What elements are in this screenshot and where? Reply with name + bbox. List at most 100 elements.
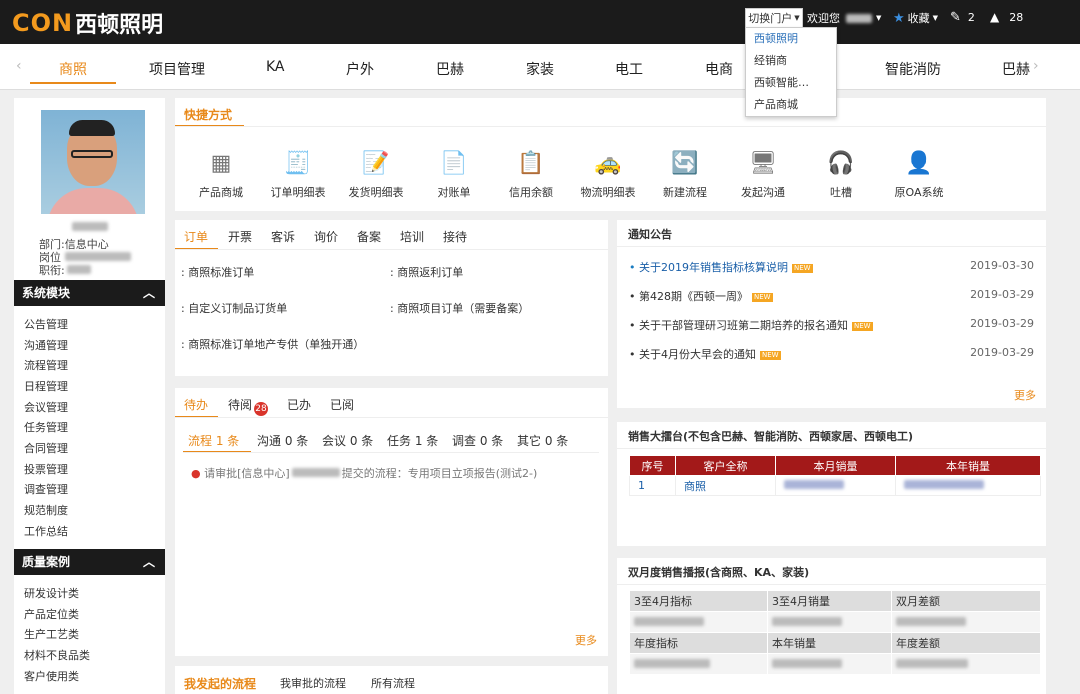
table-cell [775,475,896,496]
notice-link[interactable]: 关于2019年销售指标核算说明 [639,261,788,274]
notice-date: 2019-03-29 [970,346,1034,359]
sidebar-item[interactable]: 公告管理 [24,316,68,332]
notice-link[interactable]: 第428期《西顿一周》 [639,290,748,303]
nav-item-shangzhao[interactable]: 商照 [59,59,87,79]
order-link[interactable]: : 商照标准订单地产专供（单独开通） [181,336,364,352]
quality-cases-header[interactable]: 质量案例 ︿ [14,549,165,575]
nav-left-arrow-icon[interactable]: ‹ [16,58,22,74]
sales-board-panel: 销售大擂台(不包含巴赫、智能消防、西顿家居、西顿电工) 序号 客户全称 本月销量… [617,422,1046,546]
shortcut-feedback[interactable]: 🎧 吐槽 [801,150,881,200]
tab-to-read[interactable]: 待阅 [228,396,252,413]
portal-switch-button[interactable]: 切换门户 ▼ [745,8,803,28]
clipboard-check-icon: 📋 [517,151,545,176]
tab-my-started-flows[interactable]: 我发起的流程 [184,675,256,692]
notice-link[interactable]: 关于4月份大早会的通知 [639,348,756,361]
sidebar-item[interactable]: 日程管理 [24,378,68,394]
notice-item[interactable]: • 关于2019年销售指标核算说明 NEW [629,259,813,275]
logo-text: 西顿照明 [75,13,164,38]
order-link[interactable]: : 自定义订制品订货单 [181,300,287,316]
shortcut-old-oa[interactable]: 👤 原OA系统 [879,150,959,200]
portal-option[interactable]: 西顿照明 [746,28,836,50]
tab-read[interactable]: 已阅 [330,396,354,413]
chevron-down-icon: ▼ [794,14,800,22]
sidebar-item[interactable]: 任务管理 [24,419,68,435]
tab-reception[interactable]: 接待 [443,228,467,245]
shortcut-statement[interactable]: 📄 对账单 [414,150,494,200]
shortcut-label: 原OA系统 [894,186,944,199]
favorites-menu[interactable]: ★ 收藏 ▼ [893,10,938,26]
alert-counter[interactable]: ▲ 28 [990,10,1023,24]
tab-invoice[interactable]: 开票 [228,228,252,245]
subtab-communication[interactable]: 沟通 0 条 [257,432,308,449]
subtab-meeting[interactable]: 会议 0 条 [322,432,373,449]
todo-more-link[interactable]: 更多 [575,632,597,648]
nav-item-ecommerce[interactable]: 电商 [705,59,733,79]
notice-item[interactable]: • 第428期《西顿一周》 NEW [629,288,773,304]
system-modules-header[interactable]: 系统模块 ︿ [14,280,165,306]
order-link[interactable]: : 商照返利订单 [390,264,463,280]
nav-item-home[interactable]: 家装 [526,59,554,79]
portal-option[interactable]: 西顿智能… [746,72,836,94]
sidebar-item[interactable]: 沟通管理 [24,337,68,353]
nav-right-arrow-icon[interactable]: › [1033,58,1039,74]
shortcut-product-mall[interactable]: ▦ 产品商城 [181,150,261,200]
nav-item-outdoor[interactable]: 户外 [346,59,374,79]
shortcut-logistics[interactable]: 🚕 物流明细表 [568,150,648,200]
sidebar-item[interactable]: 产品定位类 [24,606,79,622]
shortcut-start-communication[interactable]: 🖥 发起沟通 [723,150,803,200]
notices-more-link[interactable]: 更多 [1014,387,1036,403]
sidebar-item[interactable]: 规范制度 [24,502,68,518]
tab-done[interactable]: 已办 [287,396,311,413]
sidebar-item[interactable]: 合同管理 [24,440,68,456]
tab-orders[interactable]: 订单 [184,228,208,245]
nav-item-ka[interactable]: KA [266,59,285,75]
todo-item[interactable]: ● 请审批[信息中心] 提交的流程：专用项目立项报告(测试2-) [191,465,537,481]
tab-complaint[interactable]: 客诉 [271,228,295,245]
order-link[interactable]: : 商照项目订单（需要备案） [390,300,529,316]
subtab-task[interactable]: 任务 1 条 [387,432,438,449]
portal-option[interactable]: 经销商 [746,50,836,72]
shortcut-label: 订单明细表 [270,186,326,199]
notice-link[interactable]: 关于干部管理研习班第二期培养的报名通知 [639,319,848,332]
subtab-other[interactable]: 其它 0 条 [517,432,568,449]
shortcuts-panel: 快捷方式 ▦ 产品商城 🧾 订单明细表 📝 发货明细表 📄 对账单 📋 信用余额 🚕 物流明… [175,98,1046,211]
sidebar-item[interactable]: 调查管理 [24,481,68,497]
sidebar-item[interactable]: 客户使用类 [24,668,79,684]
nav-item-electrical[interactable]: 电工 [615,59,643,79]
tab-inquiry[interactable]: 询价 [314,228,338,245]
sidebar-item[interactable]: 材料不良品类 [24,647,90,663]
sidebar-item[interactable]: 投票管理 [24,461,68,477]
receipt-icon: 🧾 [284,151,312,176]
logo[interactable]: CON 西顿照明 [12,9,164,38]
tab-all-flows[interactable]: 所有流程 [371,675,415,691]
notice-item[interactable]: • 关于干部管理研习班第二期培养的报名通知 NEW [629,317,873,333]
portal-option[interactable]: 产品商城 [746,94,836,116]
edit-doc-icon: 📝 [362,151,390,176]
shortcut-new-flow[interactable]: 🔄 新建流程 [645,150,725,200]
nav-item-bach-2[interactable]: 巴赫 [1002,59,1030,79]
order-link[interactable]: : 商照标准订单 [181,264,254,280]
shortcut-order-details[interactable]: 🧾 订单明细表 [258,150,338,200]
subtab-survey[interactable]: 调查 0 条 [452,432,503,449]
tab-my-approved-flows[interactable]: 我审批的流程 [280,675,346,691]
table-row[interactable]: 1 商照 [629,475,1041,496]
nav-item-fire[interactable]: 智能消防 [885,59,941,79]
shortcut-shipping-details[interactable]: 📝 发货明细表 [336,150,416,200]
sidebar-item[interactable]: 生产工艺类 [24,626,79,642]
tab-training[interactable]: 培训 [400,228,424,245]
subtab-flow[interactable]: 流程 1 条 [188,432,239,449]
sidebar-item[interactable]: 流程管理 [24,357,68,373]
sidebar-item[interactable]: 研发设计类 [24,585,79,601]
tab-todo[interactable]: 待办 [184,396,208,413]
nav-item-bach[interactable]: 巴赫 [436,59,464,79]
user-menu-chevron-icon[interactable]: ▼ [876,14,881,22]
nav-item-project[interactable]: 项目管理 [149,59,205,79]
welcome-label: 欢迎您 [807,12,840,25]
sidebar: 部门:信息中心 岗位 职衔: 系统模块 ︿ 公告管理 沟通管理 流程管理 日程管… [14,98,165,694]
tab-filing[interactable]: 备案 [357,228,381,245]
notice-item[interactable]: • 关于4月份大早会的通知 NEW [629,346,781,362]
edit-counter[interactable]: ✎ 2 [950,10,975,25]
sidebar-item[interactable]: 工作总结 [24,523,68,539]
shortcut-credit-balance[interactable]: 📋 信用余额 [491,150,571,200]
sidebar-item[interactable]: 会议管理 [24,399,68,415]
